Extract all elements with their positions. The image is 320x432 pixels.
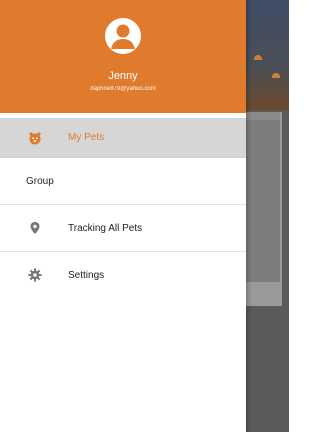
background-card: [246, 112, 282, 282]
menu-item-label: Settings: [68, 269, 105, 281]
menu-item-label: Tracking All Pets: [68, 222, 143, 234]
background-image: [246, 0, 289, 110]
drawer-header: Jenny daphne879@yahoo.com: [0, 0, 246, 113]
location-pin-icon: [28, 221, 42, 235]
paw-icon: [28, 131, 42, 145]
background-card-top: [246, 112, 280, 120]
menu-item-settings[interactable]: Settings: [0, 252, 246, 298]
avatar[interactable]: [105, 18, 141, 54]
background-decoration: [272, 73, 280, 78]
drawer-menu: My Pets Group Tracking All Pets Settings: [0, 118, 246, 298]
user-icon: [111, 24, 135, 49]
menu-item-label: Group: [26, 175, 54, 187]
navigation-drawer: Jenny daphne879@yahoo.com My Pets Group: [0, 0, 246, 432]
gear-icon: [28, 268, 42, 282]
user-name: Jenny: [108, 70, 138, 82]
user-email: daphne879@yahoo.com: [90, 86, 156, 92]
menu-item-group[interactable]: Group: [0, 158, 246, 205]
menu-item-label: My Pets: [68, 132, 105, 143]
background-card-bottom: [246, 282, 282, 306]
background-decoration: [254, 55, 262, 60]
menu-item-tracking-all-pets[interactable]: Tracking All Pets: [0, 205, 246, 252]
menu-item-my-pets[interactable]: My Pets: [0, 118, 246, 158]
